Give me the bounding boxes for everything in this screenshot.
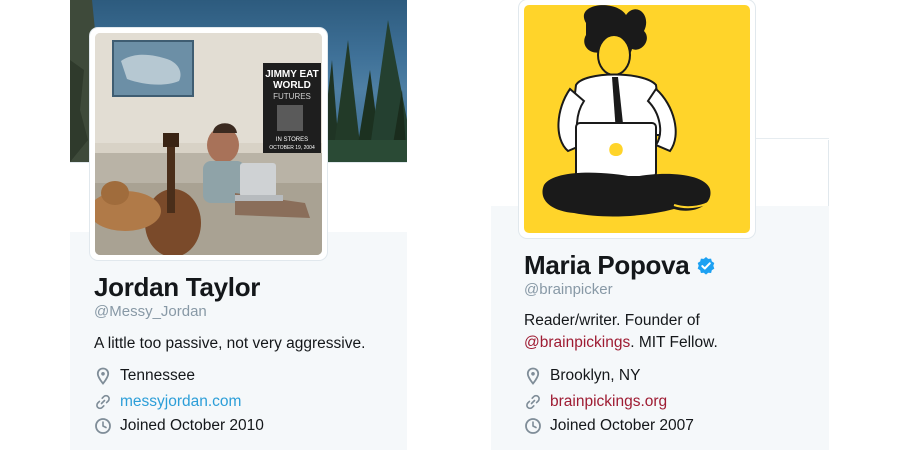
location-text: Brooklyn, NY	[550, 367, 641, 384]
link-icon	[526, 394, 540, 410]
profile-card-maria: Maria Popova @brainpicker Reader/writer.…	[491, 0, 829, 450]
joined-text: Joined October 2010	[120, 417, 264, 434]
profile-avatar[interactable]	[519, 0, 755, 238]
profile-card-jordan: JIMMY EAT WORLD FUTURES IN STORES OCTOBE…	[70, 0, 407, 450]
bio-line-2-rest: . MIT Fellow.	[630, 334, 718, 351]
profile-bio: Reader/writer. Founder of @brainpickings…	[524, 310, 718, 354]
profile-bio: A little too passive, not very aggressiv…	[94, 335, 366, 352]
joined-text: Joined October 2007	[550, 417, 694, 434]
location-text: Tennessee	[120, 367, 195, 384]
poster-line-1: JIMMY EAT	[265, 69, 319, 80]
poster-line-4: IN STORES	[276, 137, 308, 143]
link-icon	[96, 394, 110, 410]
profile-handle[interactable]: @Messy_Jordan	[94, 303, 207, 320]
profile-joined: Joined October 2007	[524, 417, 694, 435]
profile-website[interactable]: messyjordan.com	[94, 393, 241, 411]
profile-name[interactable]: Jordan Taylor	[94, 272, 260, 303]
location-pin-icon	[526, 367, 540, 385]
poster-line-2: WORLD	[273, 80, 311, 91]
clock-icon	[525, 418, 541, 434]
profile-joined: Joined October 2010	[94, 417, 264, 435]
website-link[interactable]: brainpickings.org	[550, 393, 667, 411]
profile-location: Tennessee	[94, 367, 195, 385]
profile-name[interactable]: Maria Popova	[524, 250, 690, 281]
profile-website[interactable]: brainpickings.org	[524, 393, 667, 411]
website-link[interactable]: messyjordan.com	[120, 393, 241, 411]
profile-avatar[interactable]: JIMMY EAT WORLD FUTURES IN STORES OCTOBE…	[90, 28, 327, 260]
bio-mention-link[interactable]: @brainpickings	[524, 334, 630, 351]
bio-line-2: @brainpickings. MIT Fellow.	[524, 332, 718, 354]
profile-name-row: Jordan Taylor	[94, 272, 260, 303]
profile-handle[interactable]: @brainpicker	[524, 281, 613, 298]
verified-badge-icon	[698, 256, 715, 275]
panel-edge	[828, 140, 829, 206]
profile-name-row: Maria Popova	[524, 250, 716, 281]
location-pin-icon	[96, 367, 110, 385]
header-divider	[751, 138, 829, 139]
poster-line-5: OCTOBER 19, 2004	[269, 145, 315, 151]
poster-line-3: FUTURES	[273, 92, 311, 101]
clock-icon	[95, 418, 111, 434]
profile-location: Brooklyn, NY	[524, 367, 640, 385]
bio-line-1: Reader/writer. Founder of	[524, 312, 700, 329]
